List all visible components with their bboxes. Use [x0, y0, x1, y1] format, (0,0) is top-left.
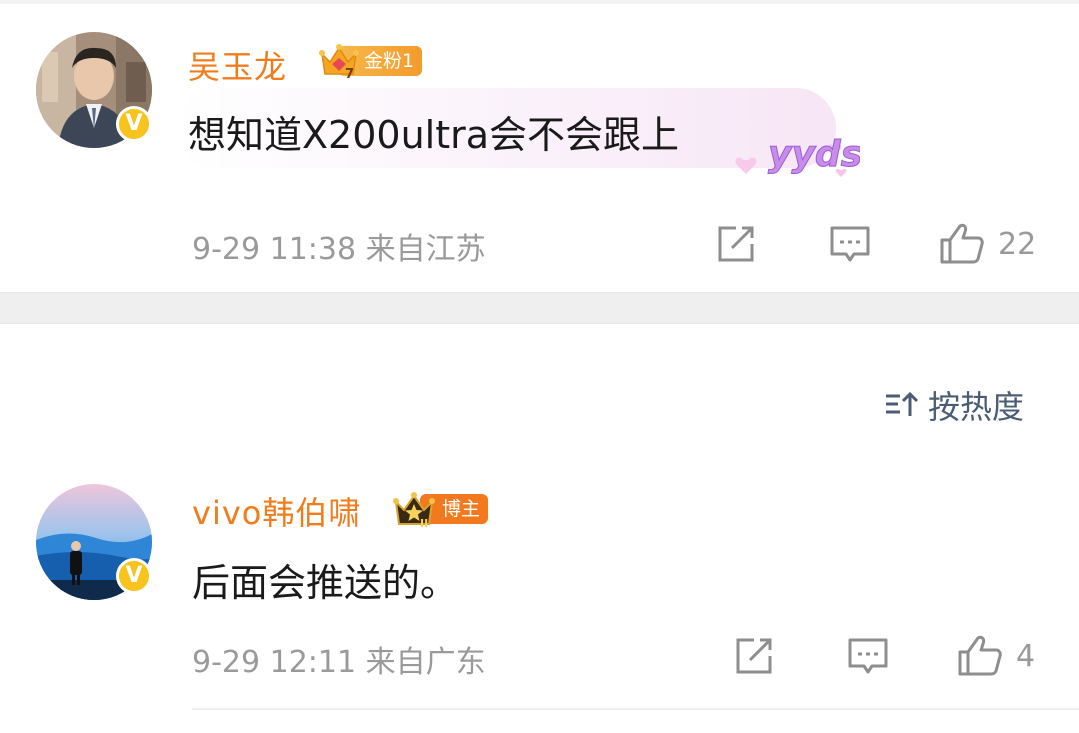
- like-count: 22: [998, 226, 1037, 262]
- share-button[interactable]: [714, 222, 758, 266]
- share-button[interactable]: [732, 634, 776, 678]
- thumbs-up-icon: [958, 635, 1002, 676]
- svg-text:7: 7: [345, 67, 354, 80]
- share-icon: [736, 638, 772, 674]
- blogger-badge[interactable]: II 博主: [392, 492, 489, 528]
- reply-button[interactable]: [846, 634, 890, 678]
- bottom-divider: [192, 708, 1079, 710]
- share-icon: [718, 226, 754, 262]
- comment-text: 想知道X200ultra会不会跟上: [188, 113, 680, 157]
- avatar[interactable]: V: [36, 484, 152, 600]
- comment-text: 后面会推送的。: [192, 561, 459, 605]
- verified-icon: V: [116, 106, 152, 142]
- comment-meta: 9-29 11:38 来自江苏: [192, 232, 486, 267]
- thumbs-up-icon: [940, 223, 984, 264]
- sort-label: 按热度: [928, 388, 1025, 426]
- like-count: 4: [1016, 638, 1036, 674]
- comment-item: V 吴玉龙 7 金粉1 想知道X200ultra会不会跟上 yyds 9-29 …: [0, 0, 1079, 292]
- like-button[interactable]: 22: [938, 220, 1036, 268]
- yyds-text: yyds: [768, 134, 860, 175]
- svg-text:II: II: [420, 517, 428, 528]
- yyds-sticker: yyds: [735, 134, 860, 177]
- username[interactable]: vivo韩伯啸: [192, 488, 361, 534]
- fan-badge[interactable]: 7 金粉1: [318, 44, 423, 80]
- reply-button[interactable]: [828, 222, 872, 266]
- sort-icon: [886, 391, 919, 416]
- sort-toggle[interactable]: 按热度: [884, 382, 1024, 428]
- crown-icon: II: [393, 492, 435, 528]
- crown-icon: 7: [319, 44, 359, 80]
- comment-icon: [830, 226, 870, 262]
- avatar[interactable]: V: [36, 32, 152, 148]
- comment-page: V 吴玉龙 7 金粉1 想知道X200ultra会不会跟上 yyds 9-29 …: [0, 0, 1079, 733]
- comment-item: V vivo韩伯啸 II 博主 后面会推送的。 9-29 12:11 来自广东: [0, 470, 1079, 733]
- comment-meta: 9-29 12:11 来自广东: [192, 645, 486, 680]
- comment-icon: [848, 638, 888, 674]
- section-gap: [0, 292, 1079, 324]
- username[interactable]: 吴玉龙: [188, 42, 287, 88]
- like-button[interactable]: 4: [956, 632, 1035, 680]
- verified-icon: V: [116, 558, 152, 594]
